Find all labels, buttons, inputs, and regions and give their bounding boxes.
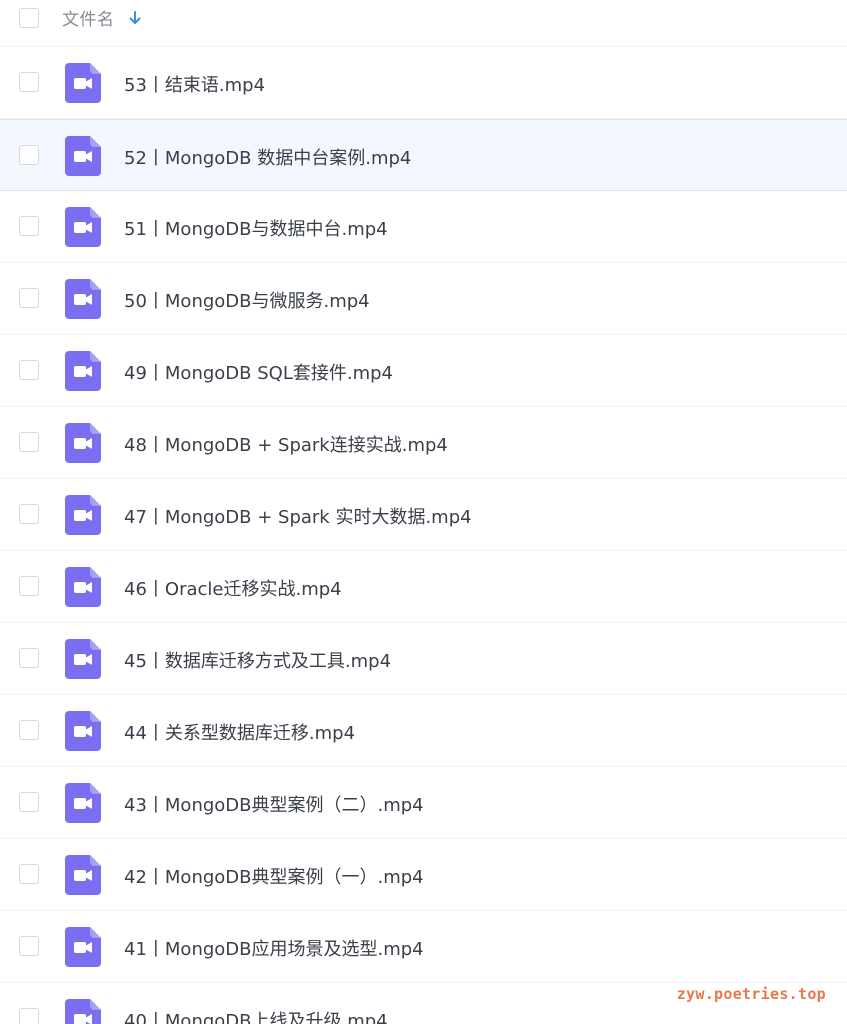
video-file-icon xyxy=(65,927,101,967)
row-checkbox[interactable] xyxy=(19,1008,39,1024)
row-checkbox[interactable] xyxy=(19,576,39,596)
select-all-checkbox[interactable] xyxy=(19,8,39,28)
row-checkbox[interactable] xyxy=(19,288,39,308)
file-name[interactable]: 43丨MongoDB典型案例（二）.mp4 xyxy=(124,791,424,817)
video-file-icon xyxy=(65,279,101,319)
file-name[interactable]: 48丨MongoDB + Spark连接实战.mp4 xyxy=(124,431,448,457)
file-name[interactable]: 45丨数据库迁移方式及工具.mp4 xyxy=(124,647,391,673)
row-checkbox[interactable] xyxy=(19,936,39,956)
file-row[interactable]: 45丨数据库迁移方式及工具.mp4 xyxy=(0,623,847,695)
video-file-icon xyxy=(65,207,101,247)
video-file-icon xyxy=(65,136,101,176)
file-name[interactable]: 40丨MongoDB上线及升级.mp4 xyxy=(124,1007,388,1024)
row-checkbox[interactable] xyxy=(19,360,39,380)
file-name[interactable]: 47丨MongoDB + Spark 实时大数据.mp4 xyxy=(124,503,472,529)
video-file-icon xyxy=(65,495,101,535)
video-file-icon xyxy=(65,63,101,103)
list-header: 文件名 xyxy=(0,0,847,47)
file-name[interactable]: 51丨MongoDB与数据中台.mp4 xyxy=(124,215,388,241)
video-file-icon xyxy=(65,999,101,1024)
file-row[interactable]: 48丨MongoDB + Spark连接实战.mp4 xyxy=(0,407,847,479)
video-file-icon xyxy=(65,855,101,895)
row-checkbox[interactable] xyxy=(19,216,39,236)
file-row[interactable]: 50丨MongoDB与微服务.mp4 xyxy=(0,263,847,335)
video-file-icon xyxy=(65,639,101,679)
file-row[interactable]: 51丨MongoDB与数据中台.mp4 xyxy=(0,191,847,263)
row-checkbox[interactable] xyxy=(19,145,39,165)
video-file-icon xyxy=(65,783,101,823)
video-file-icon xyxy=(65,351,101,391)
file-name[interactable]: 53丨结束语.mp4 xyxy=(124,71,265,97)
video-file-icon xyxy=(65,711,101,751)
file-name[interactable]: 42丨MongoDB典型案例（一）.mp4 xyxy=(124,863,424,889)
filename-column-header[interactable]: 文件名 xyxy=(62,5,115,30)
row-checkbox[interactable] xyxy=(19,72,39,92)
file-row[interactable]: 44丨关系型数据库迁移.mp4 xyxy=(0,695,847,767)
file-row[interactable]: 52丨MongoDB 数据中台案例.mp4 xyxy=(0,119,847,191)
file-row[interactable]: 42丨MongoDB典型案例（一）.mp4 xyxy=(0,839,847,911)
file-name[interactable]: 52丨MongoDB 数据中台案例.mp4 xyxy=(124,144,411,170)
arrow-down-icon[interactable] xyxy=(128,10,142,26)
watermark: zyw.poetries.top xyxy=(676,985,826,1003)
file-row[interactable]: 41丨MongoDB应用场景及选型.mp4 xyxy=(0,911,847,983)
video-file-icon xyxy=(65,567,101,607)
row-checkbox[interactable] xyxy=(19,864,39,884)
file-name[interactable]: 41丨MongoDB应用场景及选型.mp4 xyxy=(124,935,424,961)
file-row[interactable]: 53丨结束语.mp4 xyxy=(0,47,847,119)
file-name[interactable]: 44丨关系型数据库迁移.mp4 xyxy=(124,719,355,745)
row-checkbox[interactable] xyxy=(19,792,39,812)
video-file-icon xyxy=(65,423,101,463)
file-row[interactable]: 43丨MongoDB典型案例（二）.mp4 xyxy=(0,767,847,839)
row-checkbox[interactable] xyxy=(19,504,39,524)
file-name[interactable]: 49丨MongoDB SQL套接件.mp4 xyxy=(124,359,393,385)
file-row[interactable]: 49丨MongoDB SQL套接件.mp4 xyxy=(0,335,847,407)
row-checkbox[interactable] xyxy=(19,432,39,452)
row-checkbox[interactable] xyxy=(19,648,39,668)
file-row[interactable]: 47丨MongoDB + Spark 实时大数据.mp4 xyxy=(0,479,847,551)
file-list: 文件名 53丨结束语.mp4 52丨MongoDB 数据中台案例.mp4 51丨Mo… xyxy=(0,0,847,1024)
row-checkbox[interactable] xyxy=(19,720,39,740)
file-rows: 53丨结束语.mp4 52丨MongoDB 数据中台案例.mp4 51丨MongoD… xyxy=(0,47,847,1024)
file-name[interactable]: 46丨Oracle迁移实战.mp4 xyxy=(124,575,342,601)
file-name[interactable]: 50丨MongoDB与微服务.mp4 xyxy=(124,287,370,313)
file-row[interactable]: 46丨Oracle迁移实战.mp4 xyxy=(0,551,847,623)
